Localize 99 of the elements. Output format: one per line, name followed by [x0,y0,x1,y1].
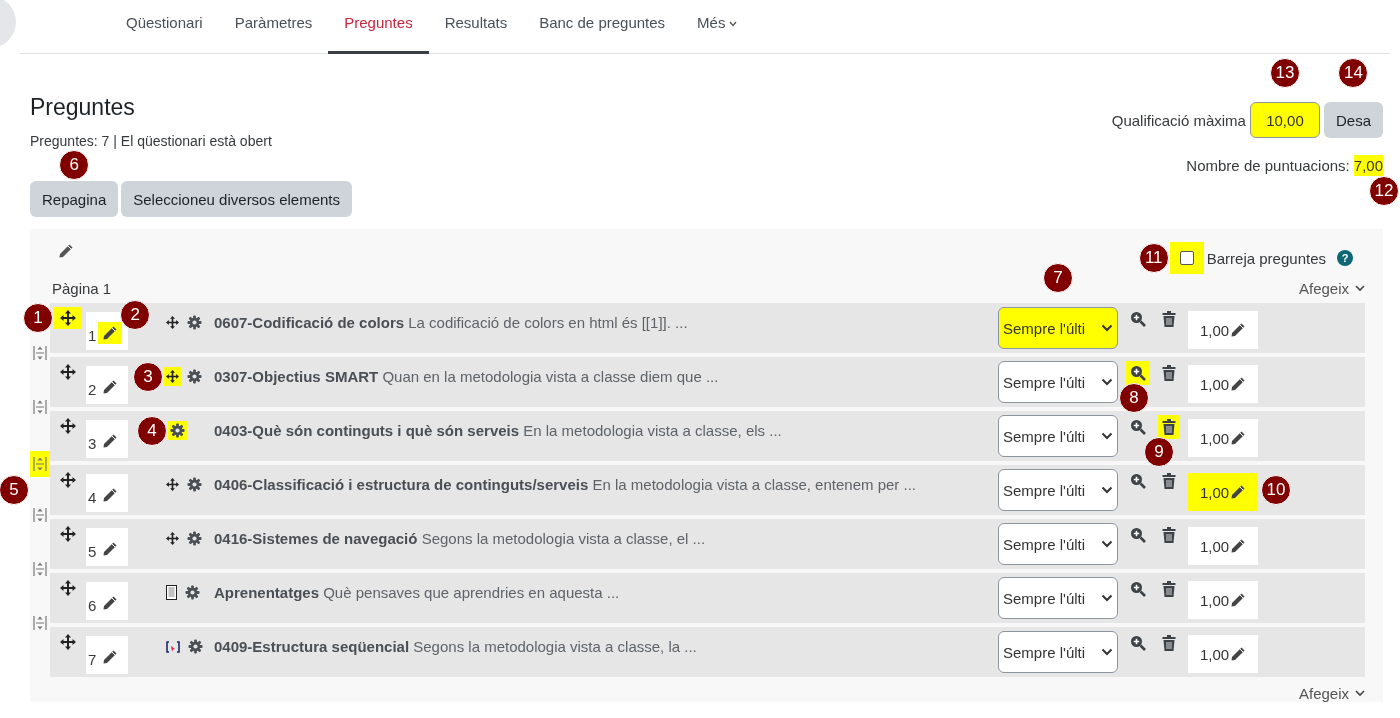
settings-icon[interactable] [186,637,205,656]
chevron-down-icon [1101,540,1113,548]
chevron-down-icon [1101,594,1113,602]
question-name[interactable]: 0403-Què són continguts i què són serveis [214,422,520,439]
chevron-down-icon [1101,648,1113,656]
max-grade-label: Qualificació màxima [1111,111,1246,129]
pencil-icon[interactable] [1230,430,1247,446]
callout-number: 13 [1269,58,1300,88]
settings-icon[interactable] [183,583,202,602]
move-icon[interactable] [54,307,82,329]
question-text: La codificació de colors en html és [[1]]. ... [408,314,688,331]
behaviour-select[interactable]: Sempre l'últi [998,631,1118,673]
total-marks-value: 7,00 [1353,155,1383,176]
callout-number: 12 [1369,176,1399,206]
nav-tab[interactable]: Més [681,0,754,54]
pencil-icon[interactable] [1230,646,1247,662]
shuffle-checkbox[interactable] [1179,251,1194,265]
question-number: 4 [88,489,97,506]
callout-number: 3 [133,361,163,392]
mark-field[interactable]: 1,00 [1188,635,1258,673]
chevron-down-icon [1101,486,1113,494]
shuffle-label: Barreja preguntes [1206,249,1326,267]
total-marks-label: Nombre de puntuacions: [1186,157,1350,174]
nav-tab[interactable]: Resultats [428,0,524,54]
pencil-icon[interactable] [1230,322,1247,338]
settings-icon[interactable] [185,475,204,494]
question-text: Què pensaves que aprendries en aquesta ... [323,584,620,601]
max-grade-field[interactable]: 10,00 [1249,102,1320,138]
callout-number: 5 [0,475,29,505]
behaviour-select[interactable]: Sempre l'últi [998,415,1118,457]
behaviour-select[interactable]: Sempre l'últi [998,307,1118,349]
mark-field[interactable]: 1,00 [1188,473,1258,511]
pencil-icon[interactable] [1230,484,1247,500]
behaviour-select[interactable]: Sempre l'últi [998,577,1118,619]
chevron-down-icon [1101,378,1113,386]
add-menu[interactable]: Afegeix [1298,685,1365,702]
behaviour-select[interactable]: Sempre l'últi [998,469,1118,511]
nav-tab[interactable]: Preguntes [328,0,429,54]
question-name[interactable]: 0409-Estructura seqüencial [214,638,410,655]
question-text: En la metodologia vista a classe, entenem per ... [592,476,916,493]
question-number: 6 [88,597,97,614]
chevron-down-icon [1101,432,1113,440]
question-name[interactable]: 0406-Classificació i estructura de continguts/serveis [214,476,589,493]
nav-tab[interactable]: Banc de preguntes [523,0,682,54]
question-number: 2 [88,381,97,398]
mark-field[interactable]: 1,00 [1188,419,1258,457]
callout-number: 1 [23,303,53,333]
callout-number: 14 [1338,58,1369,88]
behaviour-select[interactable]: Sempre l'últi [998,361,1118,403]
chevron-down-icon [1355,284,1365,292]
question-number: 3 [88,435,97,452]
delete-icon[interactable] [1158,415,1180,439]
question-name[interactable]: 0416-Sistemes de navegació [214,530,418,547]
callout-number: 10 [1261,475,1291,505]
mark-field[interactable]: 1,00 [1188,581,1258,619]
callout-number: 9 [1144,437,1174,467]
mark-field[interactable]: 1,00 [1188,311,1258,349]
question-text: Segons la metodologia vista a classe, el ... [421,530,706,547]
callout-number: 4 [137,415,167,446]
pencil-icon[interactable] [98,322,123,344]
behaviour-select[interactable]: Sempre l'últi [998,523,1118,565]
pencil-icon[interactable] [1230,592,1247,608]
question-name[interactable]: 0307-Objectius SMART [214,368,379,385]
nav-tab[interactable]: Paràmetres [218,0,329,54]
add-menu[interactable]: Afegeix [1298,279,1365,297]
caret-icon [729,20,738,27]
callout-number: 6 [59,150,90,180]
question-number: 5 [88,543,97,560]
callout-number: 7 [1043,263,1073,293]
chevron-down-icon [1355,690,1365,697]
callout-number: 11 [1138,243,1169,273]
pencil-icon[interactable] [1230,538,1247,554]
question-text: Segons la metodologia vista a classe, la ... [413,638,697,655]
help-icon[interactable]: ? [1337,250,1353,266]
question-name[interactable]: Aprenentatges [214,584,320,601]
settings-icon[interactable] [168,421,187,440]
action-button[interactable]: Seleccioneu diversos elements [121,181,352,217]
callout-number: 8 [1119,383,1149,413]
callout-number: 2 [120,300,151,330]
question-number: 7 [88,651,97,668]
question-text: En la metodologia vista a classe, els ... [523,422,782,439]
mark-field[interactable]: 1,00 [1188,527,1258,565]
action-button[interactable]: Repagina [30,181,119,217]
pencil-icon[interactable] [58,243,74,259]
page-heading: Preguntes [30,94,136,121]
question-number: 1 [88,327,97,344]
pencil-icon[interactable] [1230,376,1247,392]
question-name[interactable]: 0607-Codificació de colors [214,314,405,331]
page-label: Pàgina 1 [52,279,112,297]
mark-field[interactable]: 1,00 [1188,365,1258,403]
quiz-summary: Preguntes: 7 | El qüestionari està obert [30,133,273,149]
settings-icon[interactable] [185,313,204,332]
settings-icon[interactable] [185,367,204,386]
settings-icon[interactable] [185,529,204,548]
chevron-down-icon [1101,324,1113,332]
save-button[interactable]: Desa [1323,102,1383,138]
nav-tab[interactable]: Qüestionari [110,0,219,54]
question-text: Quan en la metodologia vista a classe diem que ... [382,368,719,385]
zoom-in-icon[interactable] [1126,361,1150,385]
